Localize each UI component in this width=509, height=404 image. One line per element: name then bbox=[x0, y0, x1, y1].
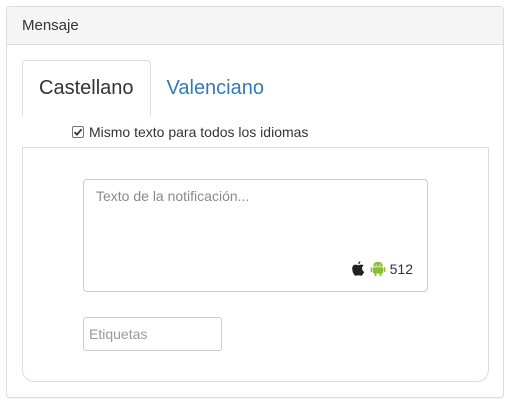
tab-castellano[interactable]: Castellano bbox=[22, 60, 151, 116]
tags-placeholder: Etiquetas bbox=[89, 326, 148, 342]
remaining-chars: 512 bbox=[389, 260, 413, 277]
apple-icon bbox=[351, 261, 364, 276]
language-tabs: Castellano Valenciano bbox=[22, 60, 280, 116]
panel-heading: Mensaje bbox=[7, 7, 503, 45]
notification-text-input[interactable]: Texto de la notificación... 512 bbox=[83, 179, 428, 292]
char-counter: 512 bbox=[351, 260, 413, 277]
message-panel: Mensaje Castellano Valenciano Mismo text… bbox=[6, 6, 504, 398]
tab-label: Valenciano bbox=[166, 76, 264, 99]
tab-label: Castellano bbox=[39, 76, 134, 99]
tab-valenciano[interactable]: Valenciano bbox=[151, 60, 280, 116]
panel-title: Mensaje bbox=[22, 17, 79, 34]
same-text-checkbox-row[interactable]: Mismo texto para todos los idiomas bbox=[72, 124, 308, 140]
notification-text-placeholder: Texto de la notificación... bbox=[96, 188, 250, 204]
checkmark-icon bbox=[73, 128, 83, 136]
tab-content: Texto de la notificación... 512 Etiqueta… bbox=[22, 147, 489, 382]
android-icon bbox=[370, 261, 386, 277]
same-text-checkbox[interactable] bbox=[72, 126, 84, 138]
same-text-label: Mismo texto para todos los idiomas bbox=[89, 124, 309, 140]
tags-input[interactable]: Etiquetas bbox=[83, 317, 222, 351]
